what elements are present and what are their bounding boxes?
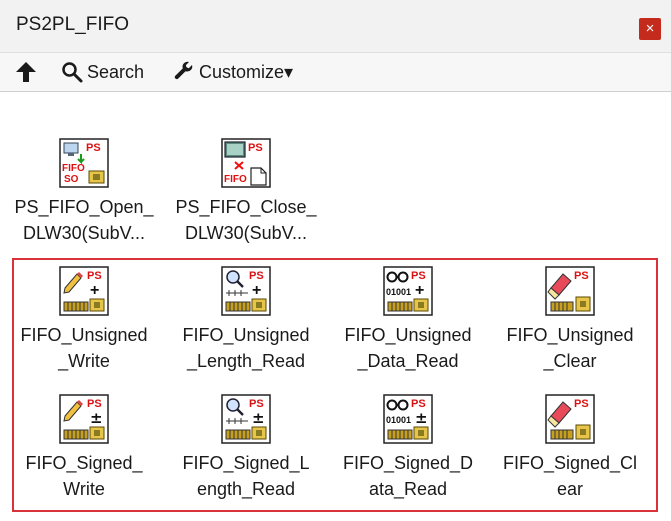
vi-label: FIFO_Signed_L ength_Read <box>182 453 310 499</box>
svg-text:PS: PS <box>87 270 102 282</box>
svg-text:PS: PS <box>86 142 101 154</box>
vi-label: FIFO_Unsigned _Write <box>20 325 148 371</box>
vi-fifo-signed-write[interactable]: PS ± FIFO_Signed_ Write <box>4 394 164 502</box>
fifo-close-icon: PS FIFO <box>221 138 271 188</box>
palette-content: PS FIFO SO PS_FIFO_Open_ DLW30(SubV... P… <box>0 92 671 521</box>
svg-text:±: ± <box>252 409 265 427</box>
vi-label: FIFO_Signed_ Write <box>25 453 143 499</box>
vi-label: PS_FIFO_Close_ DLW30(SubV... <box>175 197 317 243</box>
svg-text:PS: PS <box>574 270 589 282</box>
vi-fifo-unsigned-length-read[interactable]: PS + FIFO_Unsigned _Length_Read <box>166 266 326 374</box>
svg-text:+: + <box>252 282 261 299</box>
vi-label: FIFO_Unsigned _Data_Read <box>344 325 472 371</box>
svg-text:±: ± <box>415 409 428 427</box>
vi-fifo-signed-length-read[interactable]: PS ± FIFO_Signed_L ength_Read <box>166 394 326 502</box>
svg-text:PS: PS <box>411 270 426 282</box>
svg-text:01001: 01001 <box>386 287 411 297</box>
title-bar: PS2PL_FIFO × <box>0 0 671 53</box>
vi-label: PS_FIFO_Open_ DLW30(SubV... <box>14 197 154 243</box>
unsigned-write-icon: PS + <box>59 266 109 316</box>
unsigned-data-read-icon: PS 01001 + <box>383 266 433 316</box>
vi-fifo-unsigned-clear[interactable]: PS FIFO_Unsigned _Clear <box>490 266 650 374</box>
vi-label: FIFO_Signed_D ata_Read <box>342 453 474 499</box>
signed-write-icon: PS ± <box>59 394 109 444</box>
vi-fifo-unsigned-data-read[interactable]: PS 01001 + FIFO_Unsigned _Data_Read <box>328 266 488 374</box>
vi-fifo-signed-clear[interactable]: PS FIFO_Signed_Cl ear <box>490 394 650 502</box>
svg-text:FIFO: FIFO <box>224 174 247 185</box>
svg-text:+: + <box>90 282 99 299</box>
search-icon <box>62 62 83 83</box>
svg-text:PS: PS <box>574 398 589 410</box>
customize-button[interactable]: Customize▾ <box>172 59 293 85</box>
svg-text:SO: SO <box>64 174 79 185</box>
signed-data-read-icon: PS 01001 ± <box>383 394 433 444</box>
svg-text:01001: 01001 <box>386 415 411 425</box>
svg-text:FIFO: FIFO <box>62 163 85 174</box>
unsigned-clear-icon: PS <box>545 266 595 316</box>
unsigned-length-read-icon: PS + <box>221 266 271 316</box>
wrench-icon <box>174 61 193 80</box>
search-button[interactable]: Search <box>60 59 144 85</box>
signed-clear-icon: PS <box>545 394 595 444</box>
vi-fifo-open[interactable]: PS FIFO SO PS_FIFO_Open_ DLW30(SubV... <box>4 138 164 246</box>
svg-text:±: ± <box>90 409 103 427</box>
svg-text:+: + <box>415 282 424 299</box>
up-button[interactable] <box>14 59 38 85</box>
vi-label: FIFO_Unsigned _Clear <box>506 325 634 371</box>
close-button[interactable]: × <box>639 18 661 40</box>
vi-label: FIFO_Unsigned _Length_Read <box>182 325 310 371</box>
svg-text:PS: PS <box>248 142 263 154</box>
search-label: Search <box>87 61 145 82</box>
vi-label: FIFO_Signed_Cl ear <box>502 453 638 499</box>
svg-text:PS: PS <box>249 270 264 282</box>
toolbar: Search Customize▾ <box>0 53 671 92</box>
vi-fifo-unsigned-write[interactable]: PS + FIFO_Unsigned _Write <box>4 266 164 374</box>
customize-label: Customize▾ <box>199 61 294 82</box>
signed-length-read-icon: PS ± <box>221 394 271 444</box>
up-arrow-icon <box>16 62 36 82</box>
vi-fifo-signed-data-read[interactable]: PS 01001 ± FIFO_Signed_D ata_Read <box>328 394 488 502</box>
window-title: PS2PL_FIFO <box>16 14 129 35</box>
vi-fifo-close[interactable]: PS FIFO PS_FIFO_Close_ DLW30(SubV... <box>166 138 326 246</box>
fifo-open-icon: PS FIFO SO <box>59 138 109 188</box>
